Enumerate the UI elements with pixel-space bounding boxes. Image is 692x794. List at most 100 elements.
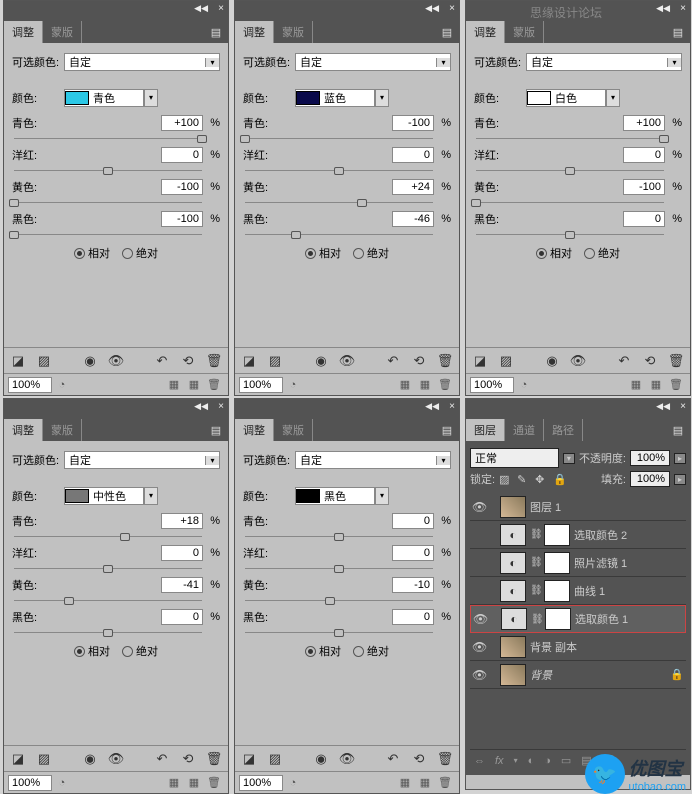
slider-thumb[interactable] — [659, 135, 669, 143]
cyan-input[interactable] — [392, 513, 434, 529]
dropdown-arrow-icon[interactable]: ▸ — [674, 474, 686, 485]
collapse-icon[interactable]: ◀◀ — [656, 3, 670, 14]
tile-icon[interactable]: ▦ — [164, 378, 184, 391]
close-icon[interactable]: × — [218, 3, 224, 14]
tab-mask[interactable]: 蒙版 — [505, 21, 544, 43]
black-input[interactable] — [161, 211, 203, 227]
new-icon[interactable]: ▨ — [267, 750, 283, 768]
cyan-input[interactable] — [623, 115, 665, 131]
tab-mask[interactable]: 蒙版 — [274, 419, 313, 441]
absolute-radio[interactable]: 绝对 — [353, 245, 389, 261]
reset-icon[interactable]: ⟲ — [180, 750, 196, 768]
collapse-icon[interactable]: ◀◀ — [194, 401, 208, 412]
tile-icon[interactable]: ▦ — [184, 776, 204, 789]
layer-name[interactable]: 照片滤镜 1 — [574, 555, 684, 571]
collapse-icon[interactable]: ◀◀ — [194, 3, 208, 14]
new-icon[interactable]: ▨ — [498, 352, 514, 370]
tab-adjust[interactable]: 调整 — [466, 21, 505, 43]
relative-radio[interactable]: 相对 — [74, 245, 110, 261]
lock-all-icon[interactable]: 🔒 — [553, 473, 567, 486]
preset-dropdown[interactable]: 自定 ▾ — [295, 53, 451, 71]
zoom-input[interactable]: 100% — [8, 377, 52, 393]
cyan-slider[interactable] — [14, 131, 202, 139]
lock-move-icon[interactable]: ✥ — [535, 473, 549, 486]
new-icon[interactable]: ▨ — [267, 352, 283, 370]
tile-icon[interactable]: ▦ — [164, 776, 184, 789]
zoom-input[interactable]: 100% — [8, 775, 52, 791]
magenta-slider[interactable] — [245, 163, 433, 171]
color-dropdown[interactable]: 蓝色 — [295, 89, 375, 107]
trash-icon[interactable]: 🗑 — [204, 378, 224, 391]
close-icon[interactable]: × — [680, 3, 686, 14]
link-icon[interactable]: ⇔ — [474, 755, 485, 767]
layer-name[interactable]: 图层 1 — [530, 499, 684, 515]
yellow-slider[interactable] — [245, 195, 433, 203]
doc-icon[interactable]: ◔ — [514, 379, 534, 391]
magenta-slider[interactable] — [14, 163, 202, 171]
slider-thumb[interactable] — [9, 231, 19, 239]
relative-radio[interactable]: 相对 — [536, 245, 572, 261]
zoom-input[interactable]: 100% — [239, 775, 283, 791]
layer-name[interactable]: 曲线 1 — [574, 583, 684, 599]
reset-icon[interactable]: ⟲ — [180, 352, 196, 370]
layer-item[interactable]: ◐ ⛓ 曲线 1 — [470, 577, 686, 605]
blend-mode-select[interactable]: 正常 — [470, 448, 559, 468]
clip-icon[interactable]: ◉ — [82, 352, 98, 370]
slider-thumb[interactable] — [565, 231, 575, 239]
dropdown-arrow-icon[interactable]: ▾ — [144, 487, 158, 505]
layer-item[interactable]: 👁 背景 🔒 — [470, 661, 686, 689]
tab-adjust[interactable]: 调整 — [4, 419, 43, 441]
magenta-input[interactable] — [392, 147, 434, 163]
slider-thumb[interactable] — [471, 199, 481, 207]
black-input[interactable] — [392, 211, 434, 227]
lock-transparency-icon[interactable]: ▨ — [499, 473, 513, 486]
tile-icon[interactable]: ▦ — [395, 776, 415, 789]
color-dropdown[interactable]: 黑色 — [295, 487, 375, 505]
visibility-icon[interactable]: 👁 — [108, 750, 124, 768]
dropdown-arrow-icon[interactable]: ▾ — [667, 58, 681, 67]
delete-icon[interactable]: 🗑 — [206, 750, 222, 768]
yellow-input[interactable] — [392, 179, 434, 195]
tab-adjust[interactable]: 调整 — [235, 21, 274, 43]
menu-icon[interactable]: ▤ — [666, 419, 690, 441]
black-slider[interactable] — [14, 625, 202, 633]
prev-icon[interactable]: ↶ — [154, 750, 170, 768]
preset-dropdown[interactable]: 自定 ▾ — [526, 53, 682, 71]
dropdown-arrow-icon[interactable]: ▾ — [144, 89, 158, 107]
close-icon[interactable]: × — [449, 401, 455, 412]
delete-icon[interactable]: 🗑 — [437, 750, 453, 768]
magenta-input[interactable] — [161, 545, 203, 561]
group-icon[interactable]: ▭ — [561, 754, 571, 767]
tile-icon[interactable]: ▦ — [626, 378, 646, 391]
relative-radio[interactable]: 相对 — [305, 643, 341, 659]
layer-item[interactable]: ◐ ⛓ 选取颜色 2 — [470, 521, 686, 549]
slider-thumb[interactable] — [334, 167, 344, 175]
yellow-slider[interactable] — [14, 195, 202, 203]
adjustment-icon[interactable]: ◪ — [241, 750, 257, 768]
tab-adjust[interactable]: 调整 — [235, 419, 274, 441]
prev-icon[interactable]: ↶ — [154, 352, 170, 370]
relative-radio[interactable]: 相对 — [305, 245, 341, 261]
tab-paths[interactable]: 路径 — [544, 419, 583, 441]
cyan-input[interactable] — [161, 115, 203, 131]
magenta-slider[interactable] — [14, 561, 202, 569]
visibility-icon[interactable]: 👁 — [108, 352, 124, 370]
delete-icon[interactable]: 🗑 — [668, 352, 684, 370]
color-dropdown[interactable]: 中性色 — [64, 487, 144, 505]
yellow-slider[interactable] — [245, 593, 433, 601]
menu-icon[interactable]: ▤ — [435, 419, 459, 441]
visibility-icon[interactable]: 👁 — [339, 352, 355, 370]
slider-thumb[interactable] — [291, 231, 301, 239]
preset-dropdown[interactable]: 自定 ▾ — [64, 451, 220, 469]
prev-icon[interactable]: ↶ — [385, 352, 401, 370]
cyan-input[interactable] — [161, 513, 203, 529]
layer-item[interactable]: 👁 背景 副本 — [470, 633, 686, 661]
adjustment-icon[interactable]: ◪ — [241, 352, 257, 370]
menu-icon[interactable]: ▤ — [204, 419, 228, 441]
slider-thumb[interactable] — [334, 629, 344, 637]
black-slider[interactable] — [245, 625, 433, 633]
slider-thumb[interactable] — [103, 167, 113, 175]
layer-item[interactable]: 👁 ◐ ⛓ 选取颜色 1 — [470, 605, 686, 633]
doc-icon[interactable]: ◔ — [283, 379, 303, 391]
close-icon[interactable]: × — [218, 401, 224, 412]
